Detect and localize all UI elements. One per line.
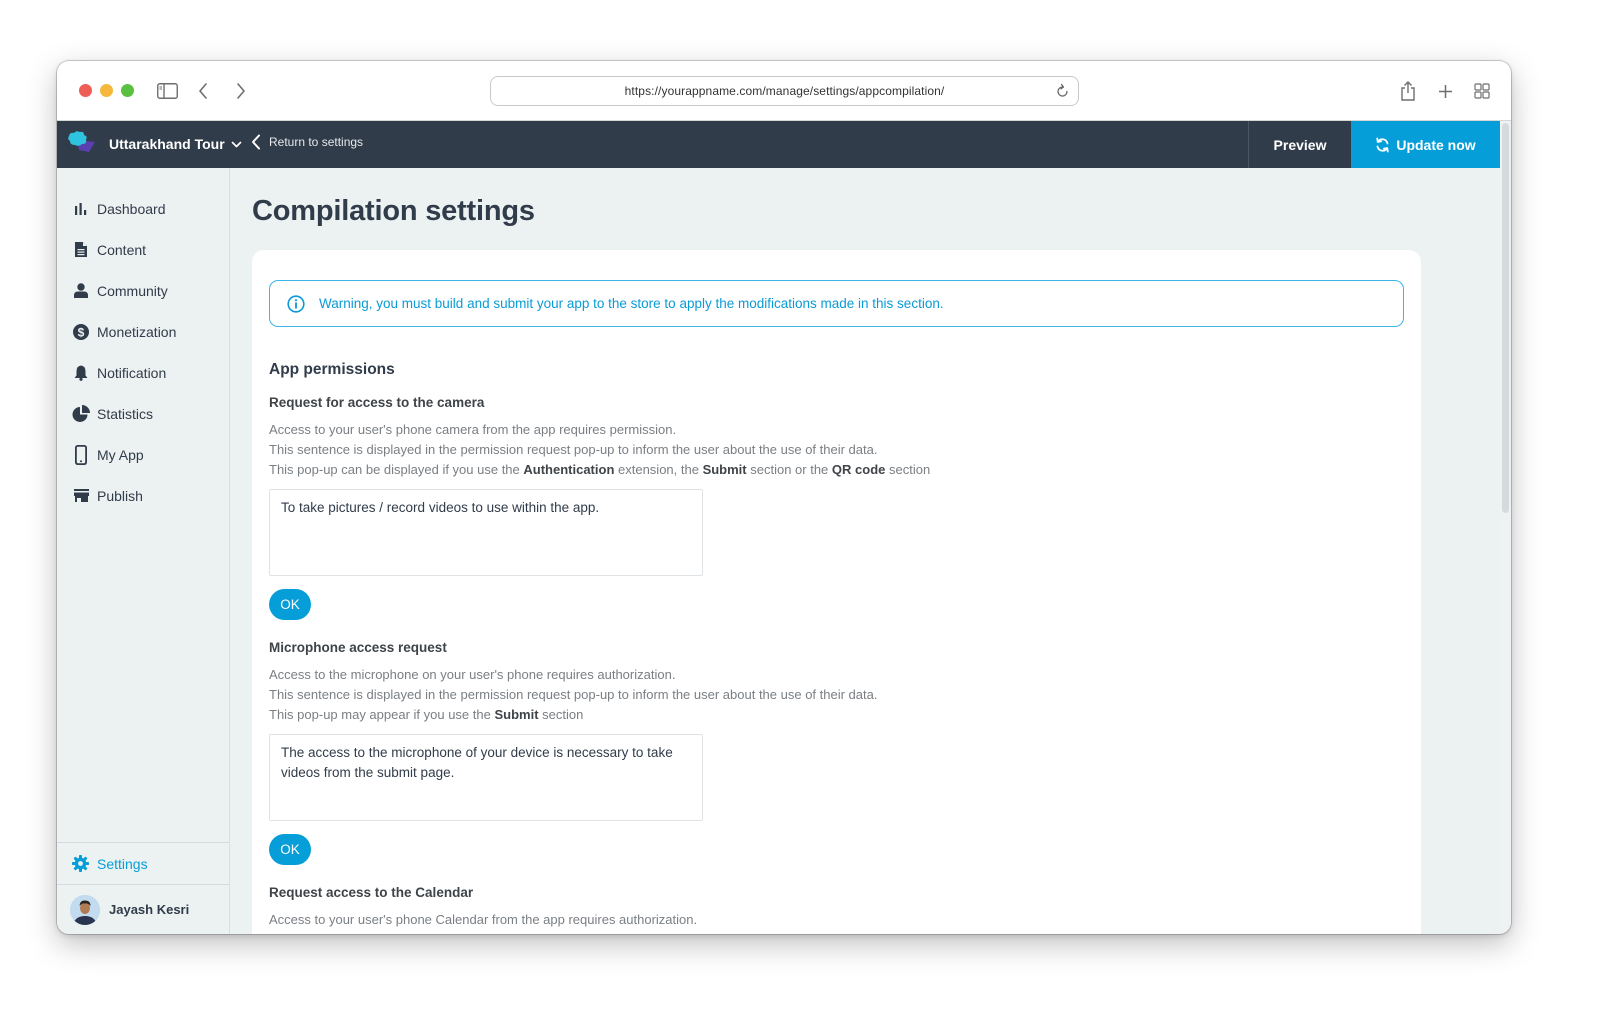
permission-microphone: Microphone access request Access to the … xyxy=(269,640,1069,865)
gear-icon xyxy=(72,855,89,872)
chevron-left-icon xyxy=(252,134,260,150)
window-controls xyxy=(79,84,134,97)
maximize-window-button[interactable] xyxy=(121,84,134,97)
share-icon[interactable] xyxy=(1397,79,1419,103)
sidebar-item-label: Publish xyxy=(97,487,143,504)
permission-camera: Request for access to the camera Access … xyxy=(269,395,1069,620)
update-now-button[interactable]: Update now xyxy=(1351,121,1500,168)
permission-description: Access to the microphone on your user's … xyxy=(269,665,1069,725)
document-icon xyxy=(72,241,90,259)
scrollbar-thumb[interactable] xyxy=(1502,123,1509,513)
description-line: This pop-up can be displayed if you use … xyxy=(269,460,1069,480)
tab-overview-icon[interactable] xyxy=(1472,79,1492,103)
sidebar-item-label: My App xyxy=(97,446,144,463)
section-title: App permissions xyxy=(269,361,395,378)
sidebar-nav: Dashboard Content Community $ Monetizati… xyxy=(57,188,229,516)
user-profile[interactable]: Jayash Kesri xyxy=(57,885,229,934)
settings-card: Warning, you must build and submit your … xyxy=(252,250,1421,934)
settings-label: Settings xyxy=(97,855,148,872)
sidebar-item-statistics[interactable]: Statistics xyxy=(57,393,229,434)
microphone-ok-button[interactable]: OK xyxy=(269,834,311,865)
back-icon[interactable] xyxy=(195,79,211,103)
address-bar[interactable]: https://yourappname.com/manage/settings/… xyxy=(490,76,1079,106)
new-tab-icon[interactable] xyxy=(1435,79,1455,103)
main-content: Compilation settings Warning, you must b… xyxy=(231,168,1500,934)
sidebar-item-label: Content xyxy=(97,241,147,258)
sidebar-item-label: Monetization xyxy=(97,323,177,340)
browser-toolbar: https://yourappname.com/manage/settings/… xyxy=(57,61,1511,121)
return-label: Return to settings xyxy=(269,135,364,149)
sidebar-item-notification[interactable]: Notification xyxy=(57,352,229,393)
pie-chart-icon xyxy=(72,404,90,423)
permission-description: Access to your user's phone Calendar fro… xyxy=(269,910,1069,930)
sidebar-item-publish[interactable]: Publish xyxy=(57,475,229,516)
microphone-permission-input[interactable]: The access to the microphone of your dev… xyxy=(269,734,703,821)
sidebar-item-settings[interactable]: Settings xyxy=(57,843,229,884)
permission-calendar: Request access to the Calendar Access to… xyxy=(269,885,1069,930)
app-switcher[interactable]: Uttarakhand Tour xyxy=(67,129,242,159)
description-line: This pop-up may appear if you use the Su… xyxy=(269,705,1069,725)
store-icon xyxy=(72,487,90,505)
text-fragment: section or the xyxy=(746,462,832,477)
dollar-icon: $ xyxy=(72,323,90,341)
sidebar-item-label: Notification xyxy=(97,364,167,381)
page-scrollbar[interactable] xyxy=(1500,121,1511,934)
app-logo-icon xyxy=(67,130,97,159)
forward-icon[interactable] xyxy=(233,79,249,103)
description-line: This sentence is displayed in the permis… xyxy=(269,442,878,457)
avatar xyxy=(70,894,100,925)
reload-icon[interactable] xyxy=(1056,83,1070,102)
app-header: Uttarakhand Tour Return to settings Prev… xyxy=(57,121,1500,168)
bell-icon xyxy=(72,364,90,382)
user-name: Jayash Kesri xyxy=(109,902,190,917)
bold-fragment: Submit xyxy=(702,462,747,477)
browser-window: https://yourappname.com/manage/settings/… xyxy=(57,61,1511,934)
sidebar: Dashboard Content Community $ Monetizati… xyxy=(57,168,230,934)
description-line: This sentence is displayed in the permis… xyxy=(269,687,878,702)
sidebar-item-label: Dashboard xyxy=(97,200,166,217)
text-fragment: This pop-up may appear if you use the xyxy=(269,707,495,722)
sidebar-item-label: Statistics xyxy=(97,405,154,422)
bar-chart-icon xyxy=(72,200,90,218)
alert-text: Warning, you must build and submit your … xyxy=(319,296,944,311)
permission-title: Request for access to the camera xyxy=(269,395,485,410)
permission-title: Microphone access request xyxy=(269,640,447,655)
minimize-window-button[interactable] xyxy=(100,84,113,97)
svg-text:$: $ xyxy=(78,325,85,339)
text-fragment: section xyxy=(885,462,931,477)
return-to-settings-link[interactable]: Return to settings xyxy=(251,134,363,150)
text-fragment: extension, the xyxy=(614,462,703,477)
permission-description: Access to your user's phone camera from … xyxy=(269,420,1069,480)
user-icon xyxy=(72,282,90,300)
description-line: Access to your user's phone camera from … xyxy=(269,422,677,437)
description-line: Access to the microphone on your user's … xyxy=(269,667,676,682)
url-text: https://yourappname.com/manage/settings/… xyxy=(624,84,945,98)
sidebar-item-label: Community xyxy=(97,282,168,299)
preview-button[interactable]: Preview xyxy=(1248,121,1351,168)
bold-fragment: QR code xyxy=(831,462,886,477)
update-now-label: Update now xyxy=(1396,136,1476,153)
close-window-button[interactable] xyxy=(79,84,92,97)
refresh-icon xyxy=(1376,137,1390,152)
sidebar-item-monetization[interactable]: $ Monetization xyxy=(57,311,229,352)
sidebar-item-my-app[interactable]: My App xyxy=(57,434,229,475)
smartphone-icon xyxy=(72,444,90,465)
sidebar-toggle-icon[interactable] xyxy=(156,79,178,103)
permission-title: Request access to the Calendar xyxy=(269,885,474,900)
description-line: Access to your user's phone Calendar fro… xyxy=(269,912,698,927)
page-title: Compilation settings xyxy=(252,195,535,227)
chevron-down-icon xyxy=(231,136,242,154)
camera-permission-input[interactable]: To take pictures / record videos to use … xyxy=(269,489,703,576)
sidebar-item-community[interactable]: Community xyxy=(57,270,229,311)
text-fragment: section xyxy=(538,707,584,722)
warning-alert: Warning, you must build and submit your … xyxy=(269,280,1404,327)
bold-fragment: Submit xyxy=(494,707,539,722)
info-icon xyxy=(287,294,305,313)
sidebar-item-content[interactable]: Content xyxy=(57,229,229,270)
text-fragment: This pop-up can be displayed if you use … xyxy=(269,462,524,477)
bold-fragment: Authentication xyxy=(523,462,615,477)
sidebar-item-dashboard[interactable]: Dashboard xyxy=(57,188,229,229)
app-name: Uttarakhand Tour xyxy=(109,136,225,152)
camera-ok-button[interactable]: OK xyxy=(269,589,311,620)
